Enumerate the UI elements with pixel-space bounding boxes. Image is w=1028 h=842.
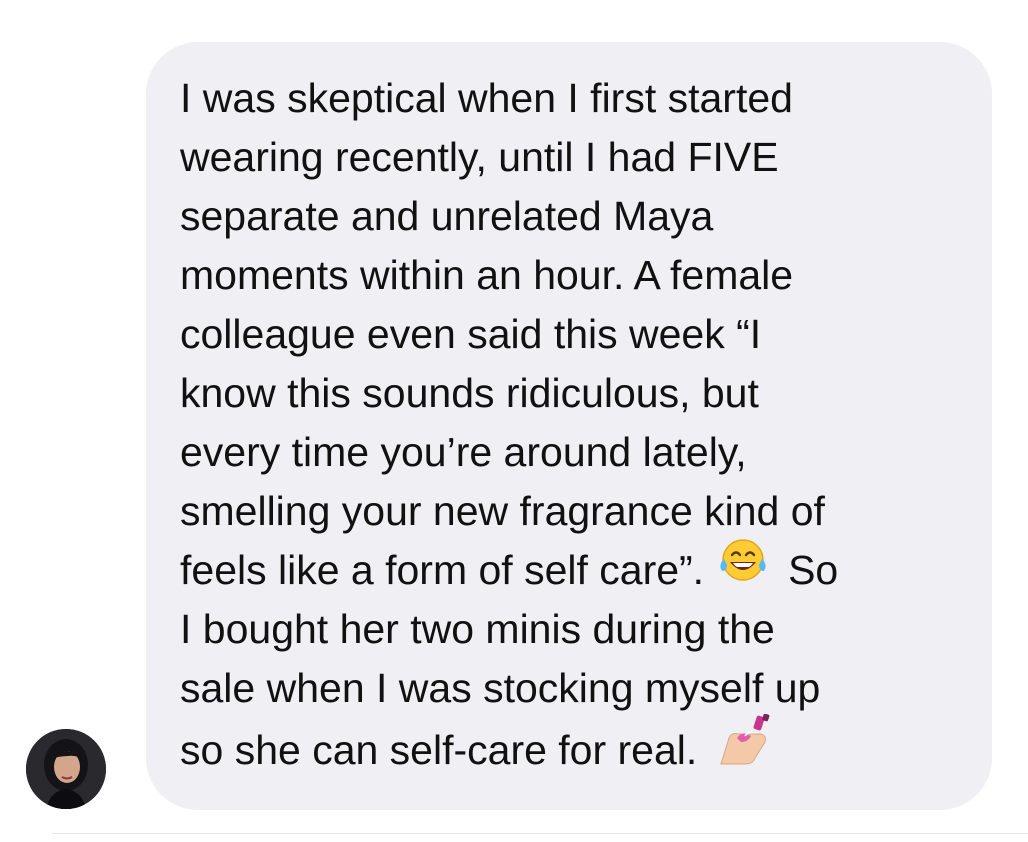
avatar[interactable] bbox=[26, 729, 106, 809]
message-line: smelling your new fragrance kind of bbox=[180, 488, 825, 534]
message-line: I bought her two minis during the bbox=[180, 606, 775, 652]
profile-photo bbox=[26, 729, 106, 809]
message-line: every time you’re around lately, bbox=[180, 429, 747, 475]
message-line: colleague even said this week “I bbox=[180, 311, 762, 357]
message-line-segment: feels like a form of self care”. bbox=[180, 547, 705, 593]
message-line-segment: So bbox=[788, 547, 839, 593]
message-line: separate and unrelated Maya bbox=[180, 193, 714, 239]
message-text: I was skeptical when I first started wea… bbox=[180, 69, 970, 777]
message-line: wearing recently, until I had FIVE bbox=[180, 134, 779, 180]
message-line: feels like a form of self care”. So bbox=[180, 538, 970, 600]
tears-of-joy-emoji bbox=[718, 538, 768, 600]
message-line: moments within an hour. A female bbox=[180, 252, 794, 298]
message-line: I was skeptical when I first started bbox=[180, 75, 793, 121]
message-line: sale when I was stocking myself up bbox=[180, 665, 821, 711]
message-line-segment: so she can self-care for real. bbox=[180, 726, 698, 773]
message-line: so she can self-care for real. bbox=[180, 713, 970, 777]
message-line: know this sounds ridiculous, but bbox=[180, 370, 759, 416]
nail-polish-emoji bbox=[715, 713, 777, 784]
divider bbox=[52, 833, 1028, 834]
